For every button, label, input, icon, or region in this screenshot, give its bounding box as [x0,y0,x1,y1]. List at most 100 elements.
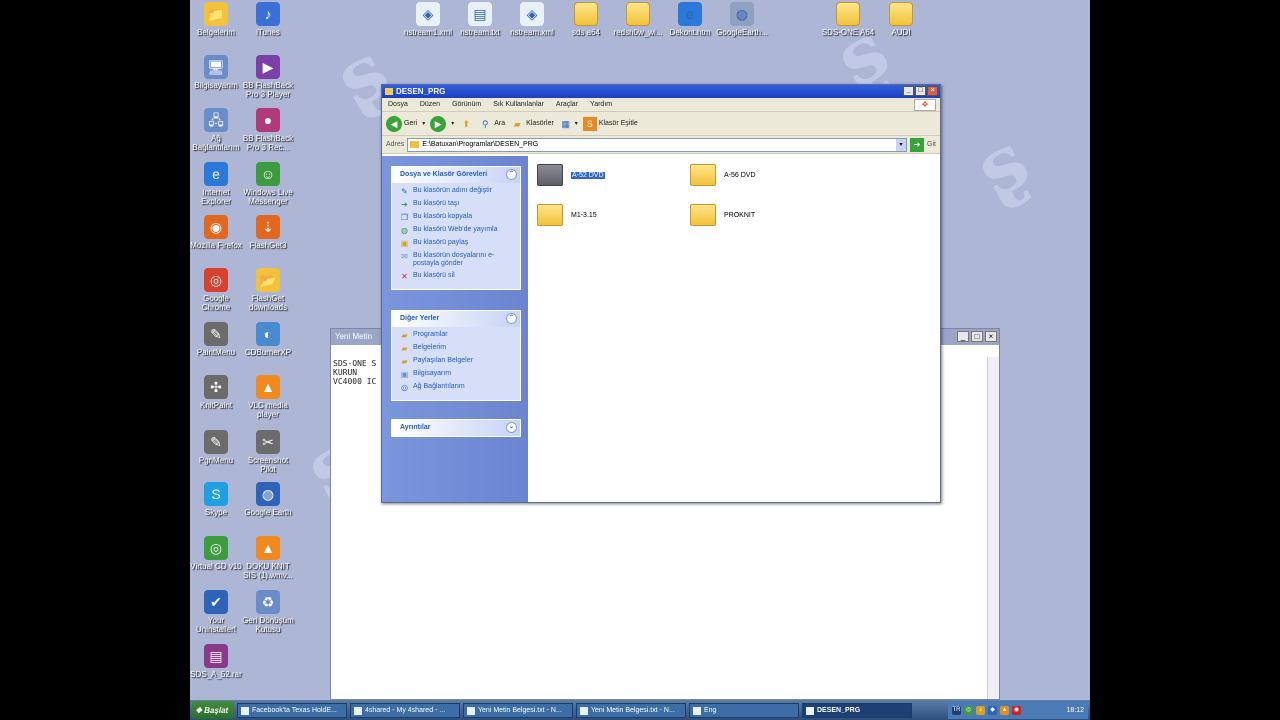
task-link-bu-klas-r-sil[interactable]: ✕ Bu klasörü sil [400,272,512,281]
panel-header[interactable]: Diğer Yerler ⌃ [392,311,520,327]
desktop-icon-bb-flashback-pro-3-rec[interactable]: ● BB FlashBack Pro 3 Rec... [240,108,296,152]
desktop-icon-cdburnerxp[interactable]: ◐ CDBurnerXP [240,322,296,357]
desktop-icon-bilgisayar-m[interactable]: 🖥 Bilgisayarım [190,55,244,90]
antivirus-icon[interactable]: ◉ [1012,705,1021,715]
language-indicator[interactable]: TR [952,705,961,715]
desktop-icon-flashget3[interactable]: ⇣ FlashGet3 [240,215,296,250]
desktop-icon-audi[interactable]: AUDI [873,2,929,37]
go-button[interactable]: ➔ [910,137,925,152]
desktop-icon-sds-a64[interactable]: sds a64 [558,2,614,37]
task-link-bu-klas-r-n-ad-n-de-i-tir[interactable]: ✎ Bu klasörün adını değiştir [400,187,512,196]
menu-item-s-k-kullan-lanlar[interactable]: Sık Kullanılanlar [493,101,544,108]
network-icon[interactable]: ◎ [964,705,973,715]
desktop-icon-virtual-cd-v10[interactable]: ◎ Virtual CD v10 [190,536,244,571]
task-link-bu-klas-r-n-dosyalar-n-e-postayla-g-nder[interactable]: ✉ Bu klasörün dosyalarını e-postayla gönd… [400,252,512,268]
clock[interactable]: 18:12 [1066,707,1084,714]
chevron-down-icon[interactable]: ▾ [451,120,454,127]
desktop-icon-belgelerim[interactable]: 📁 Belgelerim [190,2,244,37]
desktop-icon-nstream-txt[interactable]: ▤ nstream.txt [452,2,508,37]
task-link-programlar[interactable]: ▰ Programlar [400,331,512,340]
folder-item-proknit[interactable]: PROKNIT [690,204,755,226]
folders-button[interactable]: ▰ Klasörler [510,117,554,131]
volume-icon[interactable]: ♪ [976,705,985,715]
desktop-icon-flashget-downloads[interactable]: 📂 FlashGet downloads [240,268,296,312]
task-link-a-ba-lant-lar-m[interactable]: ◎ Ağ Bağlantılarım [400,383,512,392]
desktop-icon-google-earth[interactable]: ◍ Google Earth [240,482,296,517]
desktop-icon-doku-knit-sis-1-wmv[interactable]: ▲ DOKU KNIT SIS (1).wmv... [240,536,296,580]
desktop-icon-nstream1-xml[interactable]: ◈ nstream1.xml [400,2,456,37]
file-view[interactable]: A-52 DVD A-56 DVD M1-3.15 PROKNIT [528,156,940,502]
desktop-icon-a-ba-lant-lar-m[interactable]: 🖧 Ağ Bağlantılarım [190,108,244,152]
task-link-bu-klas-r-web-de-yay-mla[interactable]: ◍ Bu klasörü Web'de yayımla [400,226,512,235]
minimize-button[interactable]: _ [957,331,969,342]
start-button[interactable]: ❖ Başlat [192,701,234,719]
search-button[interactable]: ⚲ Ara [478,117,505,131]
desktop-icon-sds-one-a64[interactable]: SDS-ONE A64 [820,2,876,37]
folder-sync-button[interactable]: S Klasör Eşitle [582,116,638,131]
collapse-icon[interactable]: ⌃ [506,313,517,324]
desktop-icon-paintmenu[interactable]: ✎ PaintMenu [190,322,244,357]
desktop-icon-mozilla-firefox[interactable]: ◉ Mozilla Firefox [190,215,244,250]
maximize-button[interactable]: □ [971,331,983,342]
panel-header[interactable]: Dosya ve Klasör Görevleri ⌃ [392,167,520,183]
desktop-icon-knitpaint[interactable]: ✣ KnitPaint [190,375,244,410]
task-link-belgelerim[interactable]: ▰ Belgelerim [400,344,512,353]
menu-item-g-r-n-m[interactable]: Görünüm [452,101,481,108]
task-link-bu-klas-r-ta[interactable]: ➔ Bu klasörü taşı [400,200,512,209]
folder-item-a-52-dvd[interactable]: A-52 DVD [537,164,605,186]
task-link-bu-klas-r-kopyala[interactable]: ❐ Bu klasörü kopyala [400,213,512,222]
folders-icon: ▰ [513,118,521,129]
desktop-icon-itunes[interactable]: ♪ iTunes [240,2,296,37]
notepad-scrollbar[interactable] [987,357,999,699]
chevron-down-icon[interactable]: ▾ [422,120,425,127]
desktop-icon-google-chrome[interactable]: ◎ Google Chrome [190,268,244,312]
desktop-icon-bb-flashback-pro-3-player[interactable]: ▶ BB FlashBack Pro 3 Player [240,55,296,99]
desktop-icon-dekont-htm[interactable]: e Dekont.htm [662,2,718,37]
folder-item-a-56-dvd[interactable]: A-56 DVD [690,164,756,186]
desktop-icon-geri-d-n-m-kutusu[interactable]: ♻ Geri Dönüşüm Kutusu [240,590,296,634]
taskbar-button-facebook-ta-texas-holde[interactable]: Facebook'ta Texas HoldE... [237,702,347,718]
taskbar-button-4shared-my-4shared[interactable]: 4shared - My 4shared - ... [350,702,460,718]
taskbar-button-desen-prg[interactable]: DESEN_PRG [802,702,912,718]
address-input[interactable]: E:\Batuxan\Programlar\DESEN_PRG ▾ [407,137,908,152]
taskbar-button-yeni-metin-belgesi-txt-n[interactable]: Yeni Metin Belgesi.txt - N... [463,702,573,718]
explorer-titlebar[interactable]: DESEN_PRG _ □ × [382,85,940,98]
desktop-icon-your-uninstaller[interactable]: ✔ Your Uninstaller! [190,590,244,634]
desktop-icon-nstream-xml[interactable]: ◈ nstream.xml [504,2,560,37]
desktop-icon-screenshot-pilot[interactable]: ✂ Screenshot Pilot [240,430,296,474]
app-tray-icon[interactable]: ▲ [1000,705,1009,715]
folder-item-m1-3-15[interactable]: M1-3.15 [537,204,597,226]
desktop-icon-pgnmenu[interactable]: ✎ PgnMenu [190,430,244,465]
security-icon[interactable]: ◆ [988,705,997,715]
panel-header[interactable]: Ayrıntılar ⌄ [392,420,520,436]
desktop-icon-internet-explorer[interactable]: e Internet Explorer [190,162,244,206]
forward-button[interactable]: ▶ [430,115,447,132]
desktop-icon-skype[interactable]: S Skype [190,482,244,517]
expand-icon[interactable]: ⌄ [506,422,517,433]
desktop-icon-redsh0w-wi[interactable]: redsh0w_wi... [610,2,666,37]
close-button[interactable]: × [985,331,997,342]
task-link-payla-lan-belgeler[interactable]: ▰ Paylaşılan Belgeler [400,357,512,366]
menu-item-dosya[interactable]: Dosya [388,101,408,108]
menu-item-d-zen[interactable]: Düzen [420,101,440,108]
desktop-icon-googleearth[interactable]: ◍ GoogleEarth... [714,2,770,37]
taskbar-button-eng[interactable]: Eng [689,702,799,718]
go-label[interactable]: Git [927,141,936,148]
menu-item-yard-m[interactable]: Yardım [590,101,612,108]
chevron-down-icon[interactable]: ▾ [896,138,907,151]
close-button[interactable]: × [927,86,938,96]
back-button[interactable]: ◀ Geri [386,115,417,132]
menu-item-ara-lar[interactable]: Araçlar [556,101,578,108]
desktop-icon-windows-live-messenger[interactable]: ☺ Windows Live Messenger [240,162,296,206]
minimize-button[interactable]: _ [903,86,914,96]
taskbar-button-yeni-metin-belgesi-txt-n[interactable]: Yeni Metin Belgesi.txt - N... [576,702,686,718]
views-button[interactable]: ▦ ▾ [559,117,578,131]
maximize-button[interactable]: □ [915,86,926,96]
explorer-window[interactable]: DESEN_PRG _ □ × Dosya Düzen Görünüm Sık Kul… [381,84,941,503]
desktop-icon-vlc-media-player[interactable]: ▲ VLC media player [240,375,296,419]
task-link-bu-klas-r-payla[interactable]: ▣ Bu klasörü paylaş [400,239,512,248]
task-link-bilgisayar-m[interactable]: ▣ Bilgisayarım [400,370,512,379]
desktop-icon-sds-a-52-rar[interactable]: ▤ SDS_A_52.rar [190,644,244,679]
up-folder-button[interactable]: ⬆ [459,117,473,131]
collapse-icon[interactable]: ⌃ [506,169,517,180]
